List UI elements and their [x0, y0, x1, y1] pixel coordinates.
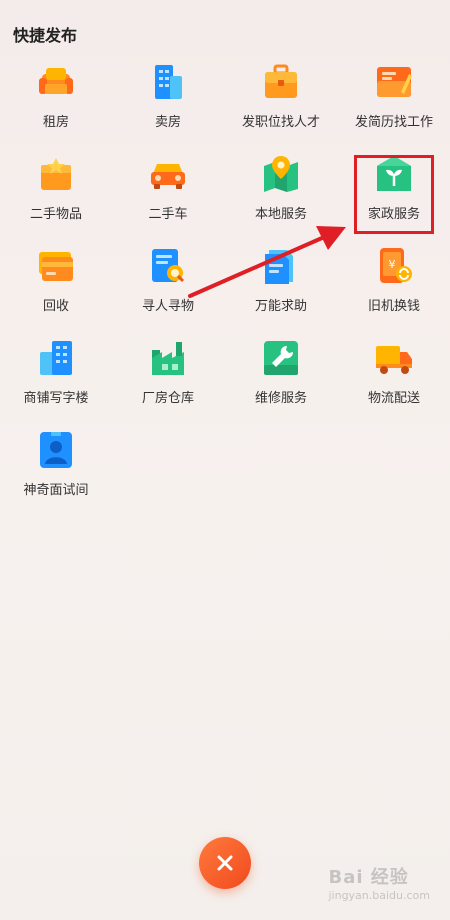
item-post-resume[interactable]: 发简历找工作	[338, 62, 450, 142]
item-label: 二手物品	[29, 207, 82, 222]
close-button[interactable]	[199, 837, 251, 889]
item-shop-office[interactable]: 商铺写字楼	[0, 338, 112, 418]
help-doc-icon	[261, 246, 301, 286]
item-label: 商铺写字楼	[23, 391, 89, 406]
item-label: 发职位找人才	[241, 115, 320, 130]
item-label: 神奇面试间	[23, 483, 89, 498]
item-local-service[interactable]: 本地服务	[225, 154, 337, 234]
resume-icon	[374, 62, 414, 102]
item-trade-in-phone[interactable]: ¥ 旧机换钱	[338, 246, 450, 326]
watermark-sub: jingyan.baidu.com	[328, 889, 430, 902]
item-second-hand-goods[interactable]: 二手物品	[0, 154, 112, 234]
office-icon	[36, 338, 76, 378]
item-find-person-item[interactable]: 寻人寻物	[112, 246, 224, 326]
phone-exchange-icon: ¥	[374, 246, 414, 286]
factory-icon	[148, 338, 188, 378]
item-universal-help[interactable]: 万能求助	[225, 246, 337, 326]
item-label: 维修服务	[254, 391, 307, 406]
wrench-icon	[261, 338, 301, 378]
truck-icon	[374, 338, 414, 378]
item-rent[interactable]: 租房	[0, 62, 112, 142]
item-label: 物流配送	[367, 391, 420, 406]
close-icon	[217, 855, 233, 871]
item-used-car[interactable]: 二手车	[112, 154, 224, 234]
card-icon	[36, 246, 76, 286]
item-recycle[interactable]: 回收	[0, 246, 112, 326]
item-interview-room[interactable]: 神奇面试间	[0, 430, 112, 510]
highlight-box	[354, 155, 434, 234]
item-repair-service[interactable]: 维修服务	[225, 338, 337, 418]
item-post-job[interactable]: 发职位找人才	[225, 62, 337, 142]
gift-box-icon	[36, 154, 76, 194]
item-logistics[interactable]: 物流配送	[338, 338, 450, 418]
page-title: 快捷发布	[13, 26, 78, 45]
item-label: 租房	[42, 115, 69, 130]
item-label: 旧机换钱	[367, 299, 420, 314]
item-sell-house[interactable]: 卖房	[112, 62, 224, 142]
item-label: 厂房仓库	[141, 391, 194, 406]
watermark-text: Bai 经验	[328, 867, 409, 888]
sofa-icon	[36, 62, 76, 102]
item-label: 发简历找工作	[354, 115, 433, 130]
map-pin-icon	[261, 154, 301, 194]
search-doc-icon	[148, 246, 188, 286]
briefcase-icon	[261, 62, 301, 102]
watermark: Bai 经验 jingyan.baidu.com	[328, 863, 430, 902]
item-label: 卖房	[154, 115, 181, 130]
item-label: 本地服务	[254, 207, 307, 222]
interview-icon	[36, 430, 76, 470]
item-label: 寻人寻物	[141, 299, 194, 314]
building-icon	[148, 62, 188, 102]
item-factory-warehouse[interactable]: 厂房仓库	[112, 338, 224, 418]
item-label: 回收	[42, 299, 69, 314]
car-icon	[148, 154, 188, 194]
item-label: 二手车	[148, 207, 188, 222]
svg-text:¥: ¥	[389, 258, 396, 271]
item-label: 万能求助	[254, 299, 307, 314]
